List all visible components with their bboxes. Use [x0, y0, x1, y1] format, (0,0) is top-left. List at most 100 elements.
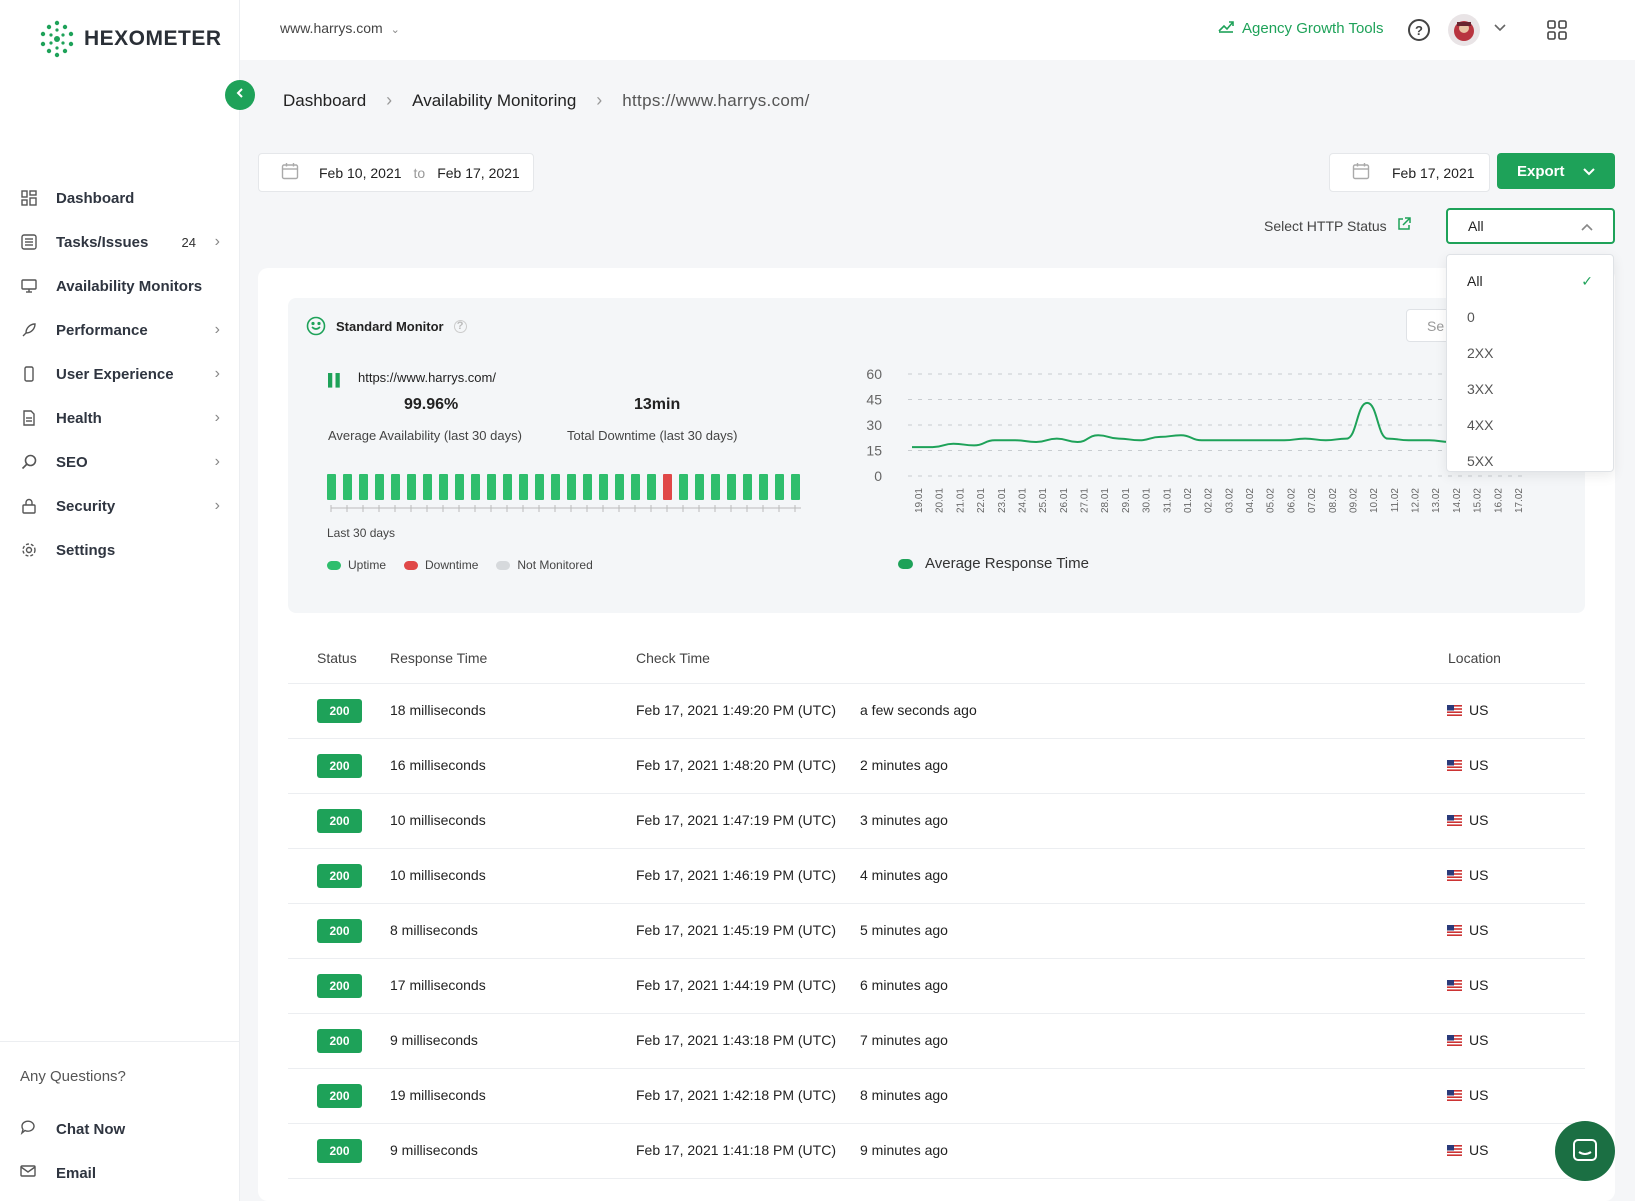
sidebar-item-label: Dashboard	[56, 189, 135, 207]
http-status-option[interactable]: 0	[1447, 299, 1613, 335]
availability-bar[interactable]	[775, 474, 784, 500]
availability-bar[interactable]	[791, 474, 800, 500]
http-status-option[interactable]: 4XX	[1447, 407, 1613, 443]
sidebar-item-security[interactable]: Security ›	[0, 484, 240, 528]
availability-bar[interactable]	[391, 474, 400, 500]
chart-legend: Average Response Time	[898, 555, 1089, 572]
http-status-option[interactable]: 2XX	[1447, 335, 1613, 371]
relative-time-cell: a few seconds ago	[860, 702, 977, 718]
availability-bar[interactable]	[359, 474, 368, 500]
sidebar-item-user-experience[interactable]: User Experience ›	[0, 352, 240, 396]
x-tick-label: 05.02	[1266, 488, 1277, 513]
header-response-time[interactable]: Response Time	[390, 650, 487, 666]
table-row[interactable]: 200 10 milliseconds Feb 17, 2021 1:47:19…	[288, 794, 1585, 849]
availability-bar[interactable]	[503, 474, 512, 500]
header-status[interactable]: Status	[317, 650, 357, 666]
availability-bar[interactable]	[679, 474, 688, 500]
availability-bar[interactable]	[583, 474, 592, 500]
availability-bar[interactable]	[487, 474, 496, 500]
availability-bar[interactable]	[455, 474, 464, 500]
avatar[interactable]	[1448, 14, 1480, 46]
table-row[interactable]: 200 9 milliseconds Feb 17, 2021 1:41:18 …	[288, 1124, 1585, 1179]
logo[interactable]: HEXOMETER	[38, 20, 222, 58]
help-circle-icon[interactable]: ?	[1408, 19, 1430, 41]
sidebar-item-availability-monitors[interactable]: Availability Monitors	[0, 264, 240, 308]
table-row[interactable]: 200 8 milliseconds Feb 17, 2021 1:45:19 …	[288, 904, 1585, 959]
relative-time-cell: 8 minutes ago	[860, 1087, 948, 1103]
http-status-option[interactable]: 5XX	[1447, 443, 1613, 479]
table-row[interactable]: 200 18 milliseconds Feb 17, 2021 1:49:20…	[288, 684, 1585, 739]
check-time-cell: Feb 17, 2021 1:48:20 PM (UTC)	[636, 757, 836, 773]
rocket-icon	[20, 321, 38, 339]
availability-bar[interactable]	[711, 474, 720, 500]
availability-bar[interactable]	[439, 474, 448, 500]
breadcrumb-availability-monitoring[interactable]: Availability Monitoring	[412, 91, 576, 111]
sidebar-item-tasks[interactable]: Tasks/Issues 24 ›	[0, 220, 240, 264]
table-row[interactable]: 200 16 milliseconds Feb 17, 2021 1:48:20…	[288, 739, 1585, 794]
availability-bar[interactable]	[343, 474, 352, 500]
availability-bar[interactable]	[615, 474, 624, 500]
chat-now-link[interactable]: Chat Now	[0, 1107, 240, 1151]
availability-bar[interactable]	[471, 474, 480, 500]
chevron-down-icon[interactable]	[1493, 20, 1507, 38]
export-button[interactable]: Export	[1497, 153, 1615, 189]
collapse-sidebar-button[interactable]	[225, 80, 255, 110]
pause-icon[interactable]: ▌▌	[328, 373, 344, 387]
availability-bar[interactable]	[727, 474, 736, 500]
availability-bar[interactable]	[599, 474, 608, 500]
trending-up-icon	[1218, 19, 1234, 37]
sidebar-item-label: Settings	[56, 541, 116, 559]
site-selector[interactable]: www.harrys.com ⌄	[280, 20, 400, 36]
availability-bar[interactable]	[535, 474, 544, 500]
status-badge: 200	[317, 1029, 362, 1053]
availability-bar[interactable]	[551, 474, 560, 500]
agency-growth-tools-link[interactable]: Agency Growth Tools	[1218, 19, 1383, 37]
chat-widget-button[interactable]	[1555, 1121, 1615, 1181]
y-tick-label: 45	[866, 392, 882, 408]
option-label: 5XX	[1467, 453, 1494, 469]
us-flag-icon	[1447, 980, 1462, 991]
availability-bar[interactable]	[567, 474, 576, 500]
http-status-select[interactable]: All	[1446, 208, 1615, 244]
http-status-option[interactable]: All ✓	[1447, 263, 1613, 299]
chart-series-name: Average Response Time	[925, 555, 1089, 572]
monitor-title-text: Standard Monitor	[336, 318, 444, 334]
availability-bar[interactable]	[647, 474, 656, 500]
availability-bar[interactable]	[407, 474, 416, 500]
table-row[interactable]: 200 17 milliseconds Feb 17, 2021 1:44:19…	[288, 959, 1585, 1014]
availability-bar[interactable]	[375, 474, 384, 500]
location-cell: US	[1469, 1032, 1489, 1048]
availability-bar[interactable]	[759, 474, 768, 500]
http-status-text: Select HTTP Status	[1264, 217, 1387, 234]
email-link[interactable]: Email	[0, 1151, 240, 1195]
sidebar-item-seo[interactable]: SEO ›	[0, 440, 240, 484]
http-status-option[interactable]: 3XX	[1447, 371, 1613, 407]
availability-bar[interactable]	[631, 474, 640, 500]
us-flag-icon	[1447, 1145, 1462, 1156]
table-row[interactable]: 200 9 milliseconds Feb 17, 2021 1:43:18 …	[288, 1014, 1585, 1069]
date-picker[interactable]: Feb 17, 2021	[1329, 153, 1490, 192]
breadcrumb-dashboard[interactable]: Dashboard	[283, 91, 366, 111]
x-tick-label: 07.02	[1307, 488, 1318, 513]
availability-bar[interactable]	[663, 474, 672, 500]
info-icon[interactable]: ?	[453, 319, 467, 333]
grid-icon[interactable]	[1547, 20, 1569, 42]
availability-bar[interactable]	[423, 474, 432, 500]
sidebar-item-health[interactable]: Health ›	[0, 396, 240, 440]
availability-bar[interactable]	[519, 474, 528, 500]
availability-bar[interactable]	[743, 474, 752, 500]
external-link-icon[interactable]	[1397, 217, 1411, 234]
hexometer-logo-icon	[40, 20, 74, 58]
availability-bar[interactable]	[327, 474, 336, 500]
sidebar-item-settings[interactable]: Settings	[0, 528, 240, 572]
sidebar-item-dashboard[interactable]: Dashboard	[0, 176, 240, 220]
table-row[interactable]: 200 10 milliseconds Feb 17, 2021 1:46:19…	[288, 849, 1585, 904]
check-time-cell: Feb 17, 2021 1:43:18 PM (UTC)	[636, 1032, 836, 1048]
availability-bar[interactable]	[695, 474, 704, 500]
date-range-picker[interactable]: Feb 10, 2021 to Feb 17, 2021	[258, 153, 534, 192]
table-header: Status Response Time Check Time Location	[288, 646, 1585, 684]
table-row[interactable]: 200 19 milliseconds Feb 17, 2021 1:42:18…	[288, 1069, 1585, 1124]
header-check-time[interactable]: Check Time	[636, 650, 710, 666]
sidebar-item-performance[interactable]: Performance ›	[0, 308, 240, 352]
header-location[interactable]: Location	[1448, 650, 1501, 666]
